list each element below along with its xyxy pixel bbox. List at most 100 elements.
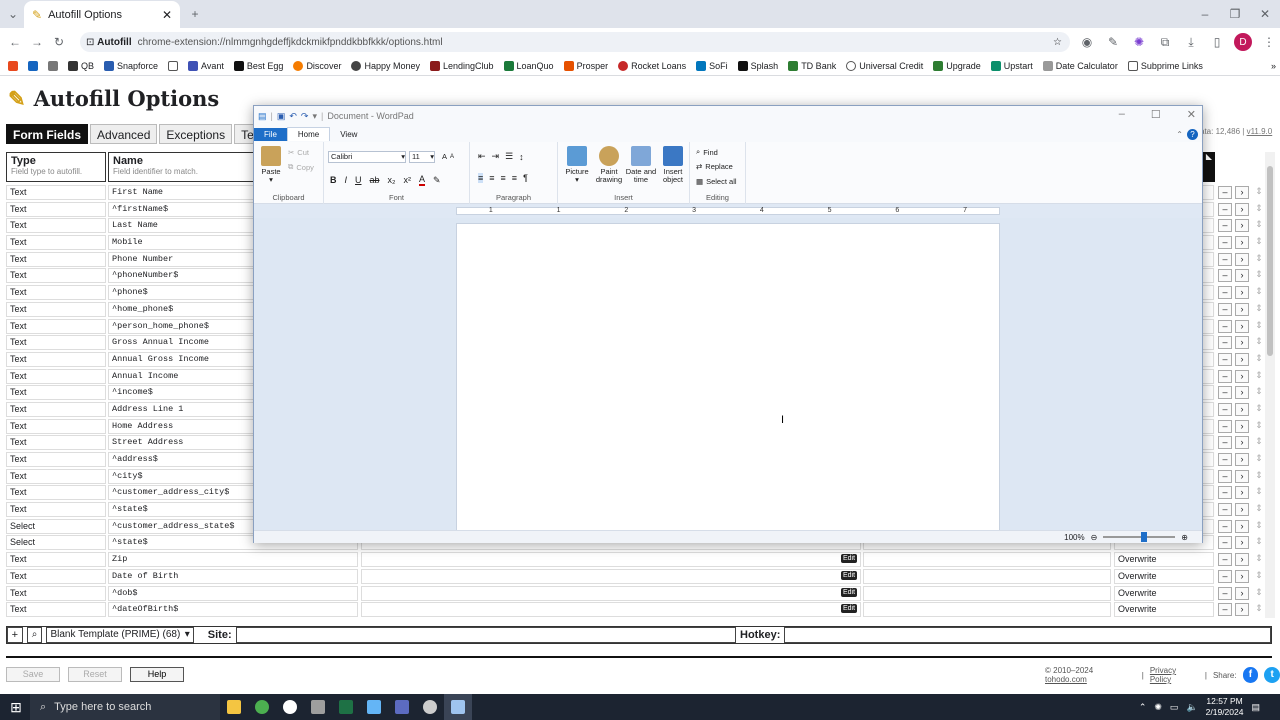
bookmark-sofi[interactable]: SoFi xyxy=(692,60,732,71)
font-size-select[interactable]: 11 ▾ xyxy=(409,151,435,163)
drag-handle-icon[interactable]: ⇕ xyxy=(1252,286,1266,299)
wordpad-window[interactable]: ▤ | ▣ ↶ ↷ ▾ | Document - WordPad – ☐ ✕ F… xyxy=(253,105,1203,543)
subscript-icon[interactable]: x₂ xyxy=(388,175,396,185)
type-cell[interactable]: Text xyxy=(6,301,106,317)
type-cell[interactable]: Text xyxy=(6,201,106,217)
facebook-icon[interactable]: f xyxy=(1242,667,1259,683)
edit-button[interactable]: Edit xyxy=(841,554,858,564)
mode-cell[interactable]: Overwrite xyxy=(1114,585,1214,601)
side-panel-icon[interactable]: ▯ xyxy=(1208,33,1226,51)
url-text[interactable]: chrome-extension://nlmmgnhgdeffjkdckmikf… xyxy=(138,37,443,48)
line-spacing-icon[interactable]: ↕ xyxy=(519,152,524,162)
bookmark-subprime-links[interactable]: Subprime Links xyxy=(1124,60,1207,71)
paste-button[interactable]: Paste ▾ xyxy=(258,146,284,184)
bookmark-qb[interactable]: QB xyxy=(64,60,98,71)
type-cell[interactable]: Text xyxy=(6,585,106,601)
move-row-button[interactable]: › xyxy=(1235,252,1249,266)
bookmark-rocket-loans[interactable]: Rocket Loans xyxy=(614,60,690,71)
edit-button[interactable]: Edit xyxy=(841,604,858,614)
value-cell[interactable] xyxy=(361,552,861,568)
bookmark-td-bank[interactable]: TD Bank xyxy=(784,60,840,71)
profile-avatar[interactable]: D xyxy=(1234,33,1252,51)
chrome-profile-icon[interactable] xyxy=(276,694,304,720)
move-row-button[interactable]: › xyxy=(1235,436,1249,450)
drag-handle-icon[interactable]: ⇕ xyxy=(1252,453,1266,466)
zoom-slider[interactable] xyxy=(1103,532,1176,542)
name-cell[interactable]: ^dateOfBirth$ xyxy=(108,602,358,618)
drag-handle-icon[interactable]: ⇕ xyxy=(1252,503,1266,516)
drag-handle-icon[interactable]: ⇕ xyxy=(1252,269,1266,282)
customize-qat-icon[interactable]: ▾ xyxy=(312,111,317,122)
move-row-button[interactable]: › xyxy=(1235,236,1249,250)
remove-row-button[interactable]: – xyxy=(1218,486,1232,500)
remove-row-button[interactable]: – xyxy=(1218,202,1232,216)
cut-button[interactable]: ✂ Cut xyxy=(288,148,309,157)
extension-icon[interactable]: ◉ xyxy=(1078,33,1096,51)
type-cell[interactable]: Text xyxy=(6,502,106,518)
insert-object-button[interactable]: Insert object xyxy=(658,146,688,184)
remove-row-button[interactable]: – xyxy=(1218,336,1232,350)
site-cell[interactable] xyxy=(863,585,1111,601)
type-cell[interactable]: Text xyxy=(6,285,106,301)
move-row-button[interactable]: › xyxy=(1235,402,1249,416)
bookmark-item[interactable] xyxy=(44,60,62,71)
remove-row-button[interactable]: – xyxy=(1218,269,1232,283)
justify-icon[interactable]: ≡ xyxy=(512,173,517,183)
autofill-extension-icon[interactable]: ✎ xyxy=(1104,33,1122,51)
drag-handle-icon[interactable]: ⇕ xyxy=(1252,370,1266,383)
remove-row-button[interactable]: – xyxy=(1218,286,1232,300)
drag-handle-icon[interactable]: ⇕ xyxy=(1252,536,1266,549)
header-toggle-icon[interactable]: ◣ xyxy=(1203,152,1215,182)
remove-row-button[interactable]: – xyxy=(1218,453,1232,466)
move-row-button[interactable]: › xyxy=(1235,336,1249,350)
replace-button[interactable]: ⇄ Replace xyxy=(696,162,733,171)
site-input[interactable] xyxy=(235,627,737,643)
twitter-icon[interactable]: t xyxy=(1264,667,1280,683)
drag-handle-icon[interactable]: ⇕ xyxy=(1252,219,1266,232)
move-row-button[interactable]: › xyxy=(1235,536,1249,550)
browser-tab[interactable]: ✎ Autofill Options ✕ xyxy=(24,1,180,28)
name-cell[interactable]: ^dob$ xyxy=(108,585,358,601)
move-row-button[interactable]: › xyxy=(1235,202,1249,216)
remove-row-button[interactable]: – xyxy=(1218,186,1232,199)
type-cell[interactable]: Text xyxy=(6,435,106,451)
move-row-button[interactable]: › xyxy=(1235,369,1249,383)
bookmarks-overflow-icon[interactable]: » xyxy=(1267,61,1280,71)
value-cell[interactable] xyxy=(361,602,861,618)
type-cell[interactable]: Text xyxy=(6,485,106,501)
drag-handle-icon[interactable]: ⇕ xyxy=(1252,420,1266,433)
wordpad-taskbar-icon[interactable] xyxy=(444,694,472,720)
site-cell[interactable] xyxy=(863,568,1111,584)
bookmark-loanquo[interactable]: LoanQuo xyxy=(500,60,558,71)
superscript-icon[interactable]: x² xyxy=(404,175,412,185)
tab-exceptions[interactable]: Exceptions xyxy=(159,124,233,144)
move-row-button[interactable]: › xyxy=(1235,553,1249,567)
file-explorer-icon[interactable] xyxy=(220,694,248,720)
reset-button[interactable]: Reset xyxy=(68,667,122,682)
paragraph-settings-icon[interactable]: ¶ xyxy=(523,173,528,183)
move-row-button[interactable]: › xyxy=(1235,419,1249,433)
site-cell[interactable] xyxy=(863,602,1111,618)
move-row-button[interactable]: › xyxy=(1235,569,1249,583)
move-row-button[interactable]: › xyxy=(1235,453,1249,466)
tohodo-link[interactable]: tohodo.com xyxy=(1045,675,1087,684)
bookmark-star-icon[interactable]: ☆ xyxy=(1053,37,1062,48)
remove-row-button[interactable]: – xyxy=(1218,386,1232,400)
calculator-icon[interactable] xyxy=(388,694,416,720)
mode-cell[interactable]: Overwrite xyxy=(1114,552,1214,568)
type-cell[interactable]: Text xyxy=(6,368,106,384)
extension-chip[interactable]: ⊡ Autofill xyxy=(86,37,132,48)
back-icon[interactable]: ← xyxy=(6,33,24,51)
remove-row-button[interactable]: – xyxy=(1218,603,1232,617)
remove-row-button[interactable]: – xyxy=(1218,469,1232,483)
remove-row-button[interactable]: – xyxy=(1218,302,1232,316)
version-link[interactable]: v11.9.0 xyxy=(1247,127,1273,136)
highlight-icon[interactable]: ✎ xyxy=(433,175,441,186)
app-icon[interactable] xyxy=(304,694,332,720)
chrome-icon[interactable] xyxy=(248,694,276,720)
type-cell[interactable]: Text xyxy=(6,218,106,234)
zoom-out-icon[interactable]: ⊖ xyxy=(1091,533,1098,542)
grow-shrink-font[interactable]: AA xyxy=(442,152,454,161)
bookmark-best-egg[interactable]: Best Egg xyxy=(230,60,288,71)
type-cell[interactable]: Text xyxy=(6,452,106,467)
